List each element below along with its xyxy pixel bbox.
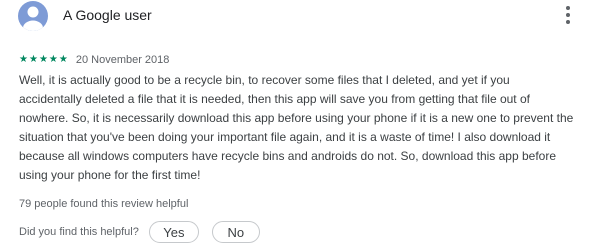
star-icon: ★ [19, 54, 28, 65]
no-button[interactable]: No [211, 221, 260, 243]
reviewer-name: A Google user [63, 7, 152, 23]
person-silhouette-icon [23, 6, 43, 31]
star-icon: ★ [38, 54, 48, 65]
helpful-count: 79 people found this review helpful [19, 198, 189, 210]
review-date: 20 November 2018 [75, 54, 170, 66]
helpful-question: Did you find this helpful? [19, 226, 139, 238]
avatar [18, 1, 48, 31]
yes-button[interactable]: Yes [148, 221, 199, 243]
star-rating: ★ ★ ★ ★ ★ [19, 54, 68, 66]
more-vertical-icon [566, 6, 570, 10]
star-icon: ★ [28, 54, 38, 65]
review-text: Well, it is actually good to be a recycl… [19, 73, 574, 182]
helpful-feedback: Did you find this helpful? Yes No [19, 221, 260, 243]
star-icon: ★ [48, 54, 58, 65]
star-icon: ★ [58, 54, 68, 65]
rating-row: ★ ★ ★ ★ ★ 20 November 2018 [19, 53, 169, 67]
more-options-button[interactable] [558, 4, 578, 26]
more-vertical-icon-dot [566, 20, 570, 24]
review-card: A Google user ★ ★ ★ ★ ★ 20 November 2018 Wel… [0, 0, 592, 248]
more-vertical-icon-dot [566, 13, 570, 17]
